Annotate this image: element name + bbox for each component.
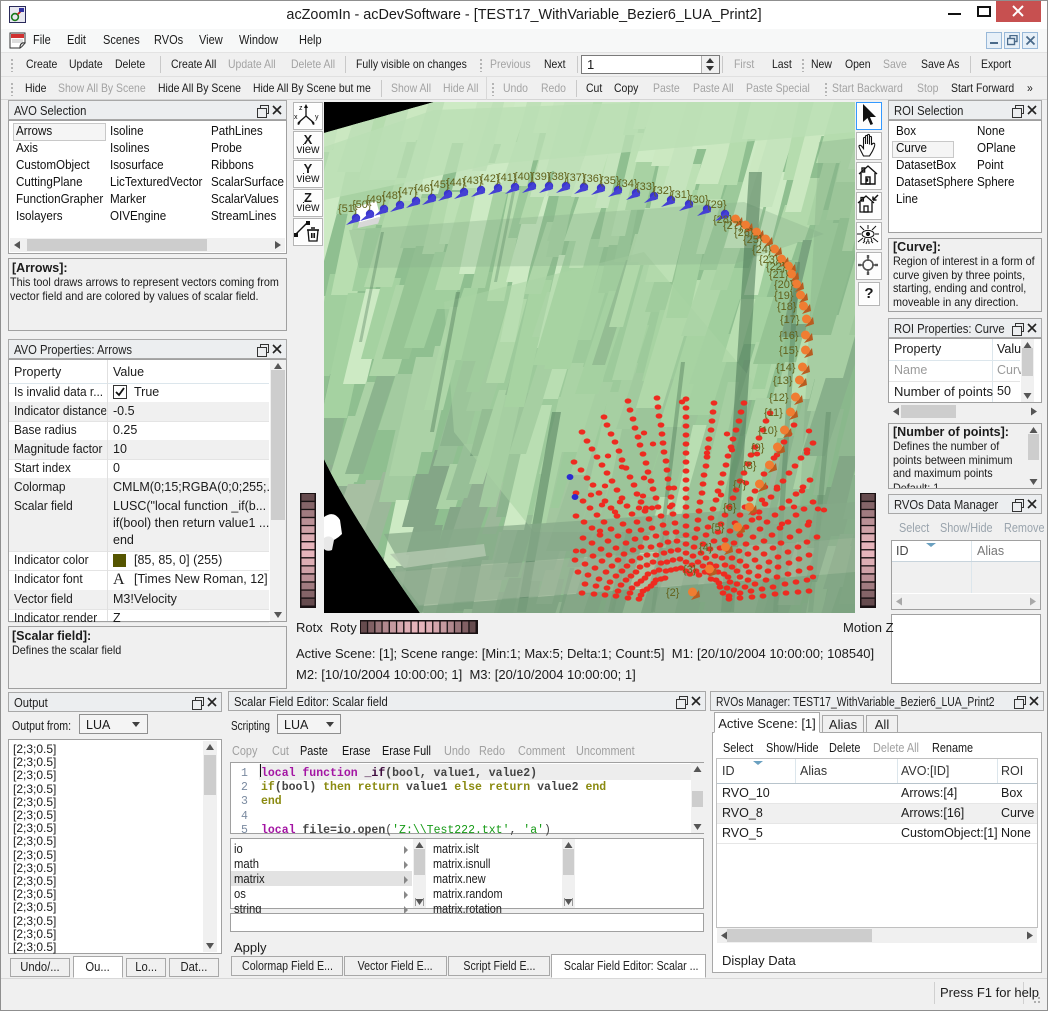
svg-text:{14}: {14}: [776, 362, 796, 374]
svg-text:{7}: {7}: [733, 479, 747, 491]
svg-text:{10}: {10}: [758, 425, 778, 437]
svg-text:{5}: {5}: [711, 522, 725, 534]
svg-text:{32}: {32}: [653, 185, 673, 197]
svg-text:{18}: {18}: [777, 301, 797, 313]
svg-text:{34}: {34}: [618, 178, 638, 190]
svg-text:{6}: {6}: [723, 502, 737, 514]
svg-text:{12}: {12}: [769, 392, 789, 404]
svg-text:{9}: {9}: [751, 442, 765, 454]
svg-text:{3}: {3}: [683, 564, 697, 576]
svg-text:{31}: {31}: [671, 189, 691, 201]
svg-text:{30}: {30}: [689, 194, 709, 206]
svg-text:{4}: {4}: [699, 542, 713, 554]
svg-text:{38}: {38}: [548, 171, 568, 183]
svg-text:x: x: [294, 114, 298, 121]
svg-text:{35}: {35}: [600, 175, 620, 187]
svg-text:{2}: {2}: [666, 587, 680, 599]
svg-text:{29}: {29}: [707, 199, 727, 211]
svg-text:{16}: {16}: [779, 330, 799, 342]
svg-text:y: y: [315, 114, 319, 121]
svg-text:{13}: {13}: [773, 375, 793, 387]
svg-text:{17}: {17}: [780, 314, 800, 326]
svg-text:{15}: {15}: [779, 345, 799, 357]
svg-text:z: z: [299, 105, 303, 112]
svg-text:{8}: {8}: [743, 460, 757, 472]
svg-text:{11}: {11}: [764, 407, 783, 419]
